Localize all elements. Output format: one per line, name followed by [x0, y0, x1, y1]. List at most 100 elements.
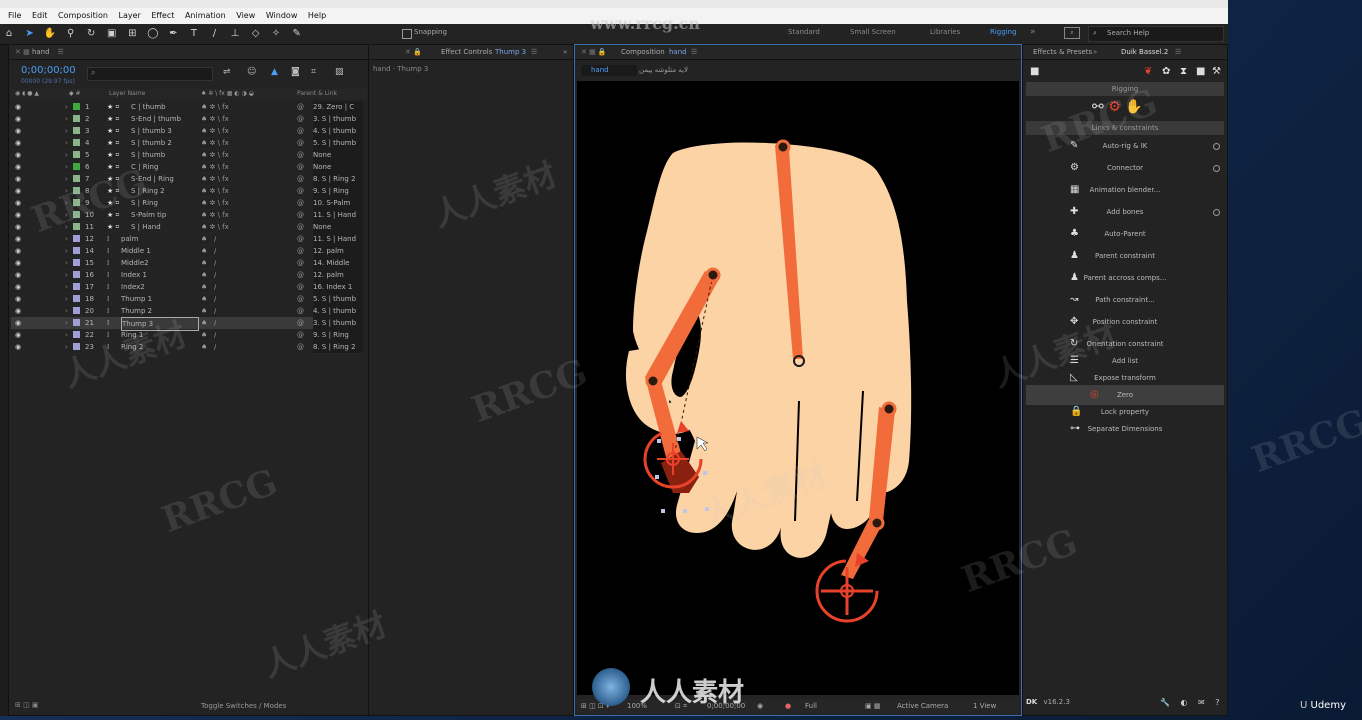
duik-bone-icon[interactable]: ❦ — [1144, 66, 1152, 77]
layer-name[interactable]: S | Ring 2 — [131, 185, 207, 197]
expand-arrow-icon[interactable]: › — [65, 269, 68, 281]
resolution-select[interactable]: Full — [805, 699, 817, 713]
expand-arrow-icon[interactable]: › — [65, 305, 68, 317]
search-help-field[interactable]: ⌕ Search Help — [1088, 26, 1224, 42]
layer-switches-icons[interactable]: ♠ / — [201, 281, 216, 293]
tab-duik[interactable]: Duik Bassel.2 — [1121, 45, 1168, 59]
expand-arrow-icon[interactable]: › — [65, 161, 68, 173]
parent-header[interactable]: Parent & Link — [297, 89, 337, 99]
visibility-eye-icon[interactable]: ◉ — [15, 161, 21, 173]
eraser-tool-icon[interactable]: ◇ — [249, 27, 263, 41]
expand-arrow-icon[interactable]: › — [65, 293, 68, 305]
expand-arrow-icon[interactable]: › — [65, 185, 68, 197]
workspace-libraries[interactable]: Libraries — [930, 28, 960, 36]
timeline-search-input[interactable]: ⌕ — [87, 67, 213, 81]
pick-whip-icon[interactable]: @ — [297, 197, 304, 209]
toggle-switches-modes[interactable]: Toggle Switches / Modes — [201, 702, 286, 710]
duik-tool-parent-constraint[interactable]: ♟ Parent constraint — [1026, 246, 1224, 266]
parent-select[interactable]: 5. S | thumb — [313, 137, 363, 149]
label-color-swatch[interactable] — [73, 271, 80, 278]
duik-tool-animation-blender[interactable]: ▦ Animation blender... — [1026, 180, 1224, 200]
duik-settings-icon[interactable]: ■ — [1030, 66, 1039, 77]
comp-breadcrumb[interactable]: hand — [581, 65, 637, 76]
options-dot-icon[interactable] — [1213, 209, 1220, 216]
visibility-eye-icon[interactable]: ◉ — [15, 341, 21, 353]
menu-file[interactable]: File — [8, 8, 21, 24]
parent-select[interactable]: 3. S | thumb — [313, 317, 363, 329]
layer-name[interactable]: S | Ring — [131, 197, 207, 209]
visibility-eye-icon[interactable]: ◉ — [15, 329, 21, 341]
label-color-swatch[interactable] — [73, 283, 80, 290]
pick-whip-icon[interactable]: @ — [297, 233, 304, 245]
joint-thumb2-icon[interactable] — [645, 373, 661, 389]
rotate-tool-icon[interactable]: ↻ — [84, 27, 98, 41]
visibility-eye-icon[interactable]: ◉ — [15, 137, 21, 149]
parent-select[interactable]: 4. S | thumb — [313, 125, 363, 137]
options-dot-icon[interactable] — [1213, 143, 1220, 150]
parent-select[interactable]: 11. S | Hand — [313, 233, 363, 245]
layer-switches-icons[interactable]: ♠ ✲ \ fx — [201, 209, 229, 221]
parent-select[interactable]: 11. S | Hand — [313, 209, 363, 221]
visibility-eye-icon[interactable]: ◉ — [15, 149, 21, 161]
type-tool-icon[interactable]: T — [187, 27, 201, 41]
duik-tool-parent-accross-comps[interactable]: ♟ Parent accross comps... — [1026, 268, 1224, 288]
pick-whip-icon[interactable]: @ — [297, 245, 304, 257]
pick-whip-icon[interactable]: @ — [297, 137, 304, 149]
visibility-eye-icon[interactable]: ◉ — [15, 185, 21, 197]
shape-tool-icon[interactable]: ◯ — [146, 27, 160, 41]
workspace-rigging[interactable]: Rigging — [990, 28, 1017, 36]
camera-select[interactable]: Active Camera — [897, 699, 948, 713]
workspace-small-screen[interactable]: Small Screen — [850, 28, 896, 36]
pick-whip-icon[interactable]: @ — [297, 101, 304, 113]
expand-panel-icon[interactable]: » — [563, 45, 567, 59]
label-color-swatch[interactable] — [73, 127, 80, 134]
search-icon-box[interactable]: ⌕ — [1064, 27, 1080, 39]
layer-switches-icons[interactable]: ♠ / — [201, 305, 216, 317]
visibility-eye-icon[interactable]: ◉ — [15, 281, 21, 293]
label-color-swatch[interactable] — [73, 115, 80, 122]
joint-ring-icon[interactable] — [881, 401, 897, 417]
hand-tool-icon[interactable]: ✋ — [43, 27, 57, 41]
menu-edit[interactable]: Edit — [32, 8, 48, 24]
layer-name[interactable]: S | thumb 2 — [131, 137, 207, 149]
puppet-pin-tool-icon[interactable]: ✎ — [290, 27, 304, 41]
show-channel-icon[interactable]: ● — [785, 699, 791, 713]
parent-select[interactable]: 5. S | thumb — [313, 293, 363, 305]
label-color-swatch[interactable] — [73, 259, 80, 266]
region-icon[interactable]: ▣ ▦ — [865, 699, 880, 713]
visibility-eye-icon[interactable]: ◉ — [15, 317, 21, 329]
layer-name[interactable]: Thump 1 — [121, 293, 197, 305]
layer-name[interactable]: S | thumb — [131, 149, 207, 161]
label-color-swatch[interactable] — [73, 307, 80, 314]
parent-select[interactable]: None — [313, 161, 363, 173]
label-color-swatch[interactable] — [73, 295, 80, 302]
layer-switches-icons[interactable]: ♠ / — [201, 293, 216, 305]
graph-editor-icon[interactable]: ⌗ — [311, 67, 316, 77]
bone-links-icon[interactable]: ⚙ — [1108, 99, 1121, 115]
panel-menu-icon[interactable]: ☰ — [691, 45, 697, 59]
visibility-eye-icon[interactable]: ◉ — [15, 257, 21, 269]
composition-tab[interactable]: ✕ ▦ 🔒 Composition hand ☰ — [575, 45, 1021, 60]
panel-menu-icon[interactable]: ☰ — [531, 45, 537, 59]
menu-help[interactable]: Help — [308, 8, 326, 24]
effect-controls-tab[interactable]: ✕ 🔒 Effect Controls Thump 3 ☰ » — [369, 45, 573, 60]
pick-whip-icon[interactable]: @ — [297, 149, 304, 161]
duik-tool-separate-dimensions[interactable]: ⊶ Separate Dimensions — [1026, 419, 1224, 439]
duik-hourglass-icon[interactable]: ⧗ — [1180, 66, 1187, 77]
title-safe-icon[interactable]: ⊡ ⌗ — [675, 699, 687, 713]
parent-select[interactable]: 9. S | Ring — [313, 185, 363, 197]
duik-tool-connector[interactable]: ⚙ Connector — [1026, 158, 1224, 178]
layer-switches-icons[interactable]: ♠ ✲ \ fx — [201, 161, 229, 173]
pick-whip-icon[interactable]: @ — [297, 209, 304, 221]
brush-tool-icon[interactable]: / — [207, 27, 221, 41]
parent-select[interactable]: 14. Middle — [313, 257, 363, 269]
shy-layers-icon[interactable]: ☺ — [247, 67, 256, 77]
layer-switches-icons[interactable]: ♠ ✲ \ fx — [201, 125, 229, 137]
comp-timecode[interactable]: 0;00;00;00 — [707, 699, 745, 713]
label-color-swatch[interactable] — [73, 151, 80, 158]
layer-switches-icons[interactable]: ♠ / — [201, 341, 216, 353]
duik-camera-icon[interactable]: ■ — [1196, 66, 1205, 77]
layer-switches-icons[interactable]: ♠ / — [201, 317, 216, 329]
frame-blending-icon[interactable]: ▲ — [271, 67, 278, 77]
zoom-tool-icon[interactable]: ⚲ — [64, 27, 78, 41]
